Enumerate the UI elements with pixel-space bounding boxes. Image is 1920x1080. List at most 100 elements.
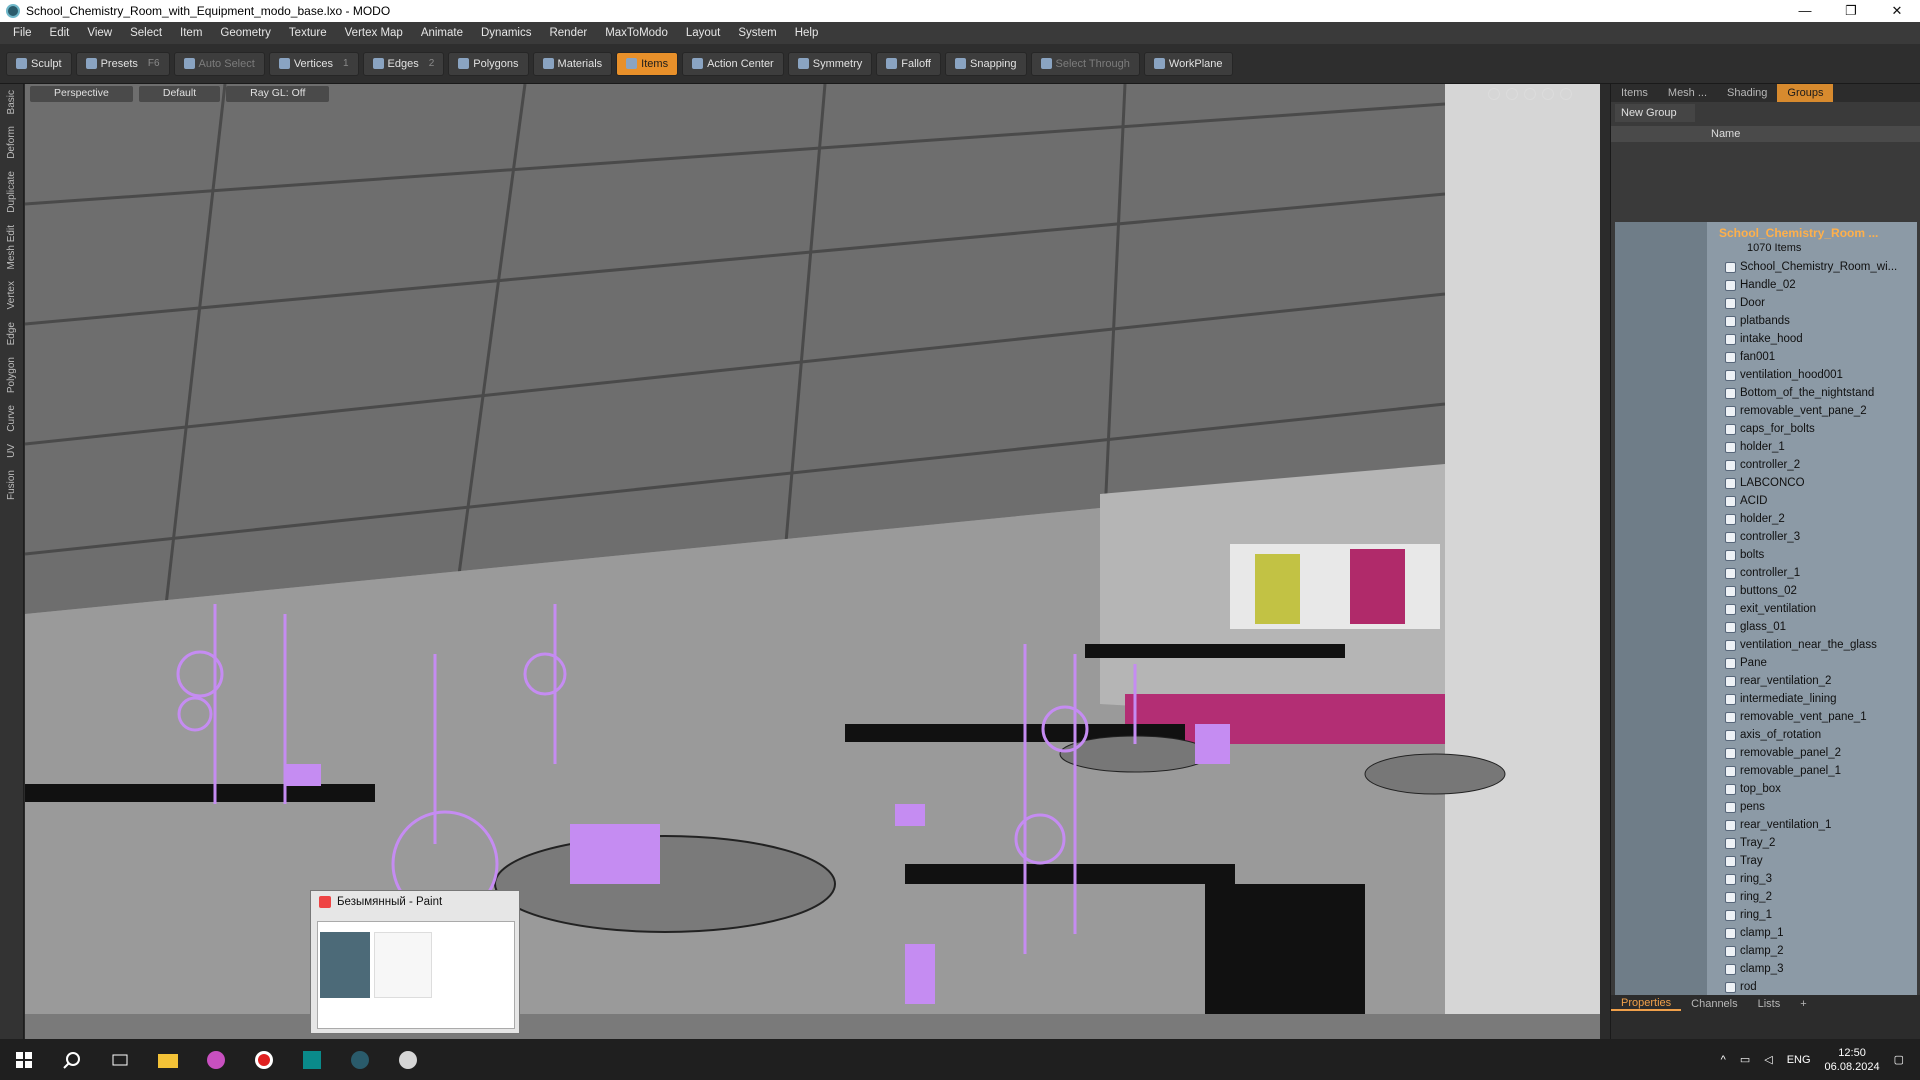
- yandex-browser-icon[interactable]: [240, 1039, 288, 1080]
- presets-button[interactable]: Presets F6: [75, 51, 170, 76]
- app-icon-teal[interactable]: [288, 1039, 336, 1080]
- view-type-dropdown[interactable]: Perspective: [30, 86, 133, 102]
- menu-view[interactable]: View: [78, 27, 121, 39]
- start-button[interactable]: [0, 1039, 48, 1080]
- select-through-button[interactable]: Select Through: [1030, 51, 1140, 76]
- menu-animate[interactable]: Animate: [412, 27, 472, 39]
- list-item[interactable]: Handle_02: [1725, 276, 1796, 294]
- menu-layout[interactable]: Layout: [677, 27, 730, 39]
- paint-taskbar-icon[interactable]: [384, 1039, 432, 1080]
- list-item[interactable]: clamp_1: [1725, 924, 1783, 942]
- visibility-lock-columns[interactable]: [1615, 222, 1707, 1067]
- list-item[interactable]: caps_for_bolts: [1725, 420, 1815, 438]
- auto-select-button[interactable]: Auto Select: [173, 51, 265, 76]
- list-item[interactable]: School_Chemistry_Room_wi...: [1725, 258, 1897, 276]
- menu-maxtomodo[interactable]: MaxToModo: [596, 27, 677, 39]
- list-item[interactable]: Tray: [1725, 852, 1763, 870]
- add-tab-button[interactable]: +: [1790, 998, 1816, 1010]
- menu-render[interactable]: Render: [540, 27, 596, 39]
- tab-items[interactable]: Items: [1611, 87, 1658, 99]
- list-item[interactable]: ring_3: [1725, 870, 1772, 888]
- list-item[interactable]: ventilation_near_the_glass: [1725, 636, 1877, 654]
- task-view-icon[interactable]: [96, 1039, 144, 1080]
- menu-system[interactable]: System: [729, 27, 785, 39]
- shading-dropdown[interactable]: Default: [138, 86, 221, 102]
- language-indicator[interactable]: ENG: [1787, 1054, 1811, 1066]
- action-center-button[interactable]: Action Center: [682, 51, 784, 76]
- volume-icon[interactable]: ◁: [1764, 1053, 1772, 1066]
- list-item[interactable]: controller_3: [1725, 528, 1800, 546]
- group-name[interactable]: School_Chemistry_Room ...: [1719, 226, 1878, 240]
- list-item[interactable]: axis_of_rotation: [1725, 726, 1821, 744]
- menu-dynamics[interactable]: Dynamics: [472, 27, 540, 39]
- list-item[interactable]: LABCONCO: [1725, 474, 1805, 492]
- close-button[interactable]: ✕: [1874, 0, 1920, 22]
- list-item[interactable]: holder_2: [1725, 510, 1785, 528]
- list-item[interactable]: controller_1: [1725, 564, 1800, 582]
- items-button[interactable]: Items: [616, 51, 679, 76]
- side-tab-uv[interactable]: UV: [6, 438, 17, 464]
- side-tab-polygon[interactable]: Polygon: [6, 351, 17, 399]
- side-tab-edge[interactable]: Edge: [6, 316, 17, 351]
- workplane-button[interactable]: WorkPlane: [1143, 51, 1233, 76]
- list-item[interactable]: controller_2: [1725, 456, 1800, 474]
- list-item[interactable]: fan001: [1725, 348, 1775, 366]
- menu-texture[interactable]: Texture: [280, 27, 336, 39]
- tab-shading[interactable]: Shading: [1717, 87, 1777, 99]
- sculpt-button[interactable]: Sculpt: [6, 51, 72, 76]
- materials-button[interactable]: Materials: [532, 51, 613, 76]
- zoom-icon[interactable]: [1524, 88, 1536, 100]
- vertices-button[interactable]: Vertices 1: [268, 51, 359, 76]
- search-icon[interactable]: [48, 1039, 96, 1080]
- app-icon-colorful[interactable]: [192, 1039, 240, 1080]
- tab-groups[interactable]: Groups: [1777, 84, 1834, 102]
- menu-select[interactable]: Select: [121, 27, 171, 39]
- list-item[interactable]: Bottom_of_the_nightstand: [1725, 384, 1874, 402]
- paint-window-preview[interactable]: Безымянный - Paint: [310, 890, 520, 1034]
- list-item[interactable]: Pane: [1725, 654, 1767, 672]
- menu-help[interactable]: Help: [786, 27, 828, 39]
- list-item[interactable]: ring_2: [1725, 888, 1772, 906]
- tab-properties[interactable]: Properties: [1611, 997, 1682, 1011]
- side-tab-mesh-edit[interactable]: Mesh Edit: [6, 219, 17, 275]
- list-item[interactable]: removable_panel_2: [1725, 744, 1841, 762]
- list-item[interactable]: rod: [1725, 978, 1757, 996]
- list-item[interactable]: platbands: [1725, 312, 1790, 330]
- side-tab-duplicate[interactable]: Duplicate: [6, 165, 17, 219]
- list-item[interactable]: rear_ventilation_2: [1725, 672, 1831, 690]
- side-tab-curve[interactable]: Curve: [6, 399, 17, 438]
- list-item[interactable]: Door: [1725, 294, 1765, 312]
- list-item[interactable]: intermediate_lining: [1725, 690, 1837, 708]
- new-group-button[interactable]: New Group: [1615, 104, 1695, 122]
- raygl-dropdown[interactable]: Ray GL: Off: [226, 86, 330, 102]
- minimize-button[interactable]: —: [1782, 0, 1828, 22]
- tab-lists[interactable]: Lists: [1748, 998, 1791, 1010]
- list-item[interactable]: clamp_2: [1725, 942, 1783, 960]
- tab-channels[interactable]: Channels: [1681, 998, 1747, 1010]
- list-item[interactable]: removable_panel_1: [1725, 762, 1841, 780]
- file-explorer-icon[interactable]: [144, 1039, 192, 1080]
- list-item[interactable]: glass_01: [1725, 618, 1786, 636]
- list-item[interactable]: removable_vent_pane_1: [1725, 708, 1867, 726]
- list-item[interactable]: holder_1: [1725, 438, 1785, 456]
- polygons-button[interactable]: Polygons: [448, 51, 529, 76]
- menu-vertex-map[interactable]: Vertex Map: [336, 27, 412, 39]
- list-item[interactable]: bolts: [1725, 546, 1764, 564]
- rotate-icon[interactable]: [1506, 88, 1518, 100]
- modo-taskbar-icon[interactable]: [336, 1039, 384, 1080]
- list-item[interactable]: clamp_3: [1725, 960, 1783, 978]
- side-tab-fusion[interactable]: Fusion: [6, 464, 17, 506]
- show-hidden-icons-icon[interactable]: ^: [1721, 1054, 1726, 1066]
- list-item[interactable]: exit_ventilation: [1725, 600, 1816, 618]
- list-item[interactable]: ring_1: [1725, 906, 1772, 924]
- list-item[interactable]: rear_ventilation_1: [1725, 816, 1831, 834]
- tab-mesh[interactable]: Mesh ...: [1658, 87, 1717, 99]
- list-item[interactable]: pens: [1725, 798, 1765, 816]
- groups-tree[interactable]: School_Chemistry_Room ... 1070 Items Sch…: [1615, 222, 1917, 1067]
- list-item[interactable]: ventilation_hood001: [1725, 366, 1843, 384]
- fit-icon[interactable]: [1542, 88, 1554, 100]
- menu-edit[interactable]: Edit: [41, 27, 79, 39]
- list-item[interactable]: buttons_02: [1725, 582, 1797, 600]
- falloff-button[interactable]: Falloff: [876, 51, 941, 76]
- side-tab-basic[interactable]: Basic: [6, 84, 17, 120]
